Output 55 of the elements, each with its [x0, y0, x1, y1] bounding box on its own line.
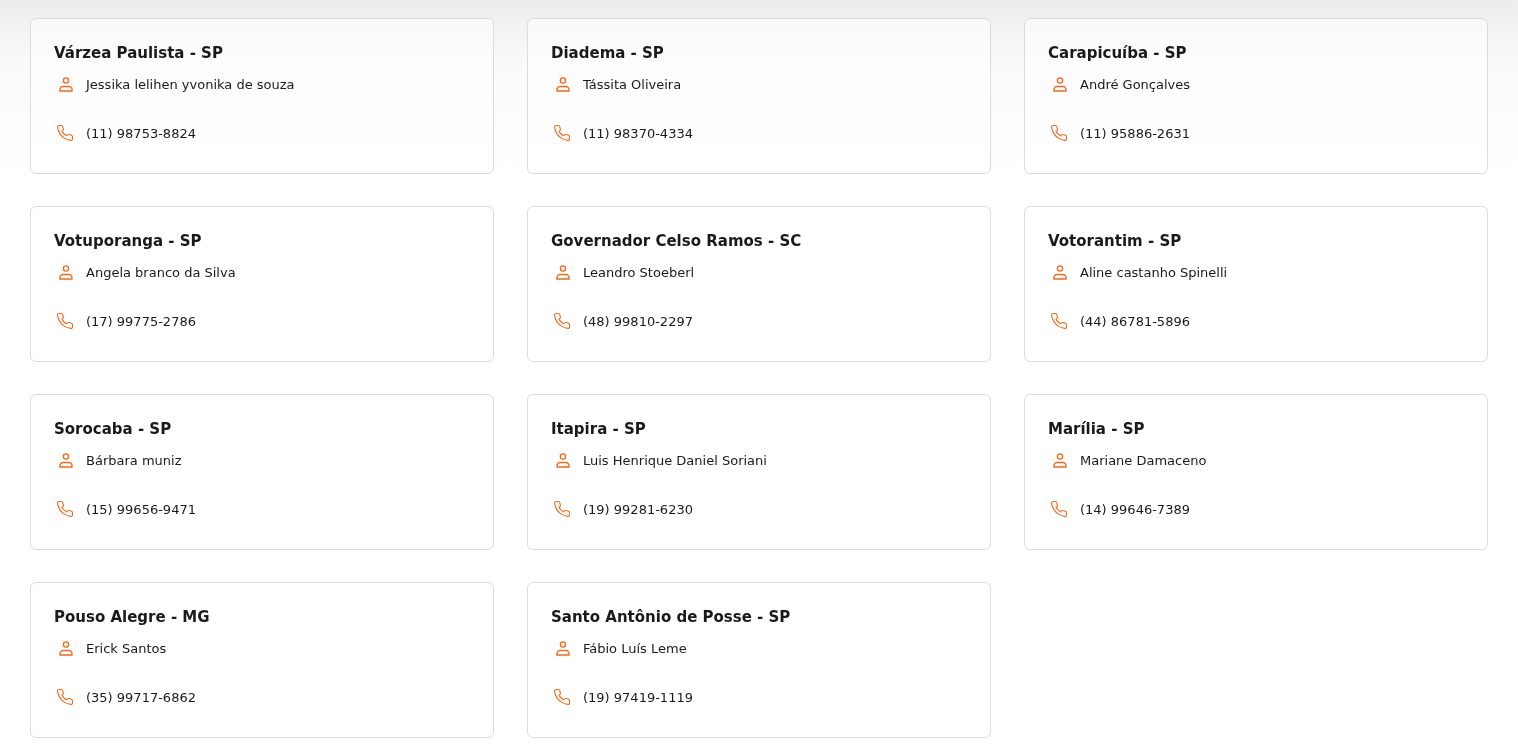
city-title: Várzea Paulista - SP [54, 43, 224, 64]
phone-icon [56, 124, 74, 142]
phone-icon [553, 500, 571, 518]
person-icon [555, 640, 571, 656]
city-title: Carapicuíba - SP [1048, 43, 1188, 64]
phone-number: (48) 99810-2297 [583, 313, 693, 329]
phone-number: (35) 99717-6862 [86, 689, 196, 705]
phone-icon [553, 688, 571, 706]
phone-number: (17) 99775-2786 [86, 313, 196, 329]
phone-icon [1050, 124, 1068, 142]
contact-name: Fábio Luís Leme [583, 640, 687, 656]
phone-number: (11) 98370-4334 [583, 125, 693, 141]
phone-icon [1050, 500, 1068, 518]
phone-number: (15) 99656-9471 [86, 501, 196, 517]
person-icon [1052, 264, 1068, 280]
person-icon [1052, 452, 1068, 468]
phone-number: (14) 99646-7389 [1080, 501, 1190, 517]
contact-name: André Gonçalves [1080, 76, 1191, 92]
contact-name: Leandro Stoeberl [583, 264, 695, 280]
person-icon [58, 76, 74, 92]
phone-icon [56, 500, 74, 518]
person-icon [58, 452, 74, 468]
contact-name: Jessika lelihen yvonika de souza [86, 76, 295, 92]
contact-name: Mariane Damaceno [1080, 452, 1207, 468]
phone-icon [553, 312, 571, 330]
phone-number: (11) 98753-8824 [86, 125, 196, 141]
contact-name: Luis Henrique Daniel Soriani [583, 452, 767, 468]
contact-name: Erick Santos [86, 640, 167, 656]
city-title: Marília - SP [1048, 419, 1146, 440]
city-title: Itapira - SP [551, 419, 647, 440]
contact-name: Bárbara muniz [86, 452, 182, 468]
phone-number: (44) 86781-5896 [1080, 313, 1190, 329]
phone-icon [1050, 312, 1068, 330]
city-title: Pouso Alegre - MG [54, 607, 211, 628]
city-title: Votorantim - SP [1048, 231, 1183, 252]
city-title: Sorocaba - SP [54, 419, 173, 440]
phone-number: (19) 99281-6230 [583, 501, 693, 517]
person-icon [1052, 76, 1068, 92]
contact-name: Tássita Oliveira [583, 76, 682, 92]
city-title: Governador Celso Ramos - SC [551, 231, 803, 252]
person-icon [555, 264, 571, 280]
person-icon [555, 452, 571, 468]
phone-number: (19) 97419-1119 [583, 689, 693, 705]
phone-number: (11) 95886-2631 [1080, 125, 1190, 141]
phone-icon [553, 124, 571, 142]
city-title: Votuporanga - SP [54, 231, 203, 252]
phone-icon [56, 312, 74, 330]
person-icon [58, 264, 74, 280]
contact-name: Angela branco da Silva [86, 264, 236, 280]
person-icon [555, 76, 571, 92]
city-title: Diadema - SP [551, 43, 665, 64]
city-title: Santo Antônio de Posse - SP [551, 607, 792, 628]
contact-name: Aline castanho Spinelli [1080, 264, 1228, 280]
person-icon [58, 640, 74, 656]
phone-icon [56, 688, 74, 706]
